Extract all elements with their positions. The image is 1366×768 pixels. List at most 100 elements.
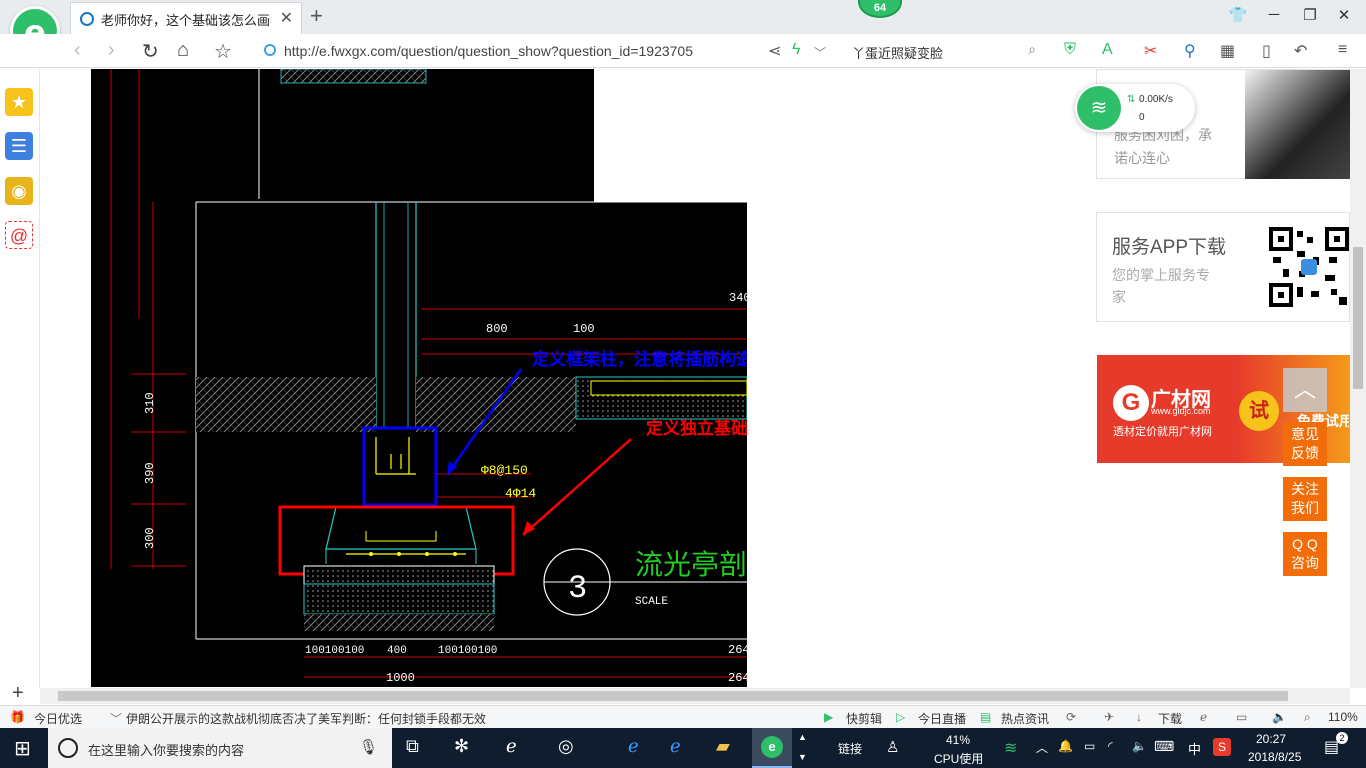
download[interactable]: 下载 [1158, 710, 1182, 727]
wifi-speed-widget[interactable]: ≋ ⇅ 0.00K/s 0 [1075, 84, 1195, 132]
clock-date[interactable]: 2018/8/25 [1248, 750, 1301, 764]
zoom-level[interactable]: 110% [1328, 710, 1358, 724]
task-view-icon[interactable]: ⧉ [406, 736, 419, 757]
browser-e-icon[interactable]: ℯ [506, 736, 517, 757]
rebar-stirrup-label: Φ8@150 [481, 463, 528, 478]
forward-icon[interactable]: › [108, 39, 115, 62]
left-sidebar: ★ ☰ ◉ @ [0, 69, 40, 688]
app-download-card[interactable]: 服务APP下载 您的掌上服务专 家 [1096, 212, 1350, 322]
shield-icon[interactable]: ⛨ [1064, 41, 1076, 59]
swirl-app-icon[interactable]: ◎ [558, 736, 574, 757]
bell-icon[interactable]: 🔔 [1058, 739, 1073, 753]
dim-100: 100 [573, 322, 595, 336]
dim-264-a: 264 [728, 643, 747, 657]
news-chevron-icon: ﹀ [110, 712, 123, 726]
app-sub-b: 家 [1112, 289, 1126, 305]
tray-scroll-down-icon[interactable]: ▼ [798, 752, 807, 762]
live[interactable]: 今日直播 [918, 710, 966, 727]
today-pick[interactable]: 今日优选 [34, 710, 82, 727]
window-icon[interactable]: ▭ [1236, 710, 1247, 724]
search-field[interactable]: 丫蛋近照疑变脸 ⌕ [842, 38, 1042, 64]
url-text: http://e.fwxgx.com/question/question_sho… [284, 43, 694, 59]
menu-icon[interactable]: ≡ [1338, 41, 1347, 59]
mail-icon[interactable]: @ [5, 221, 33, 249]
microphone-icon[interactable]: 🎙 [359, 738, 378, 756]
taskbar-search[interactable]: 在这里输入你要搜索的内容 🎙 [48, 728, 392, 768]
shirt-skin-icon[interactable]: 👕 [1228, 6, 1248, 24]
horizontal-scroll-thumb[interactable] [58, 691, 1288, 701]
back-icon[interactable]: ‹ [74, 39, 81, 62]
new-tab-button[interactable]: + [310, 3, 323, 29]
fan-app-icon[interactable]: ✻ [454, 736, 469, 757]
weibo-icon[interactable]: ◉ [5, 177, 33, 205]
close-window-icon[interactable]: ✕ [1334, 6, 1354, 24]
ad-logo-icon: G [1113, 385, 1149, 421]
minimize-icon[interactable]: ─ [1264, 6, 1284, 23]
show-hidden-icon[interactable]: ︿ [1036, 739, 1048, 756]
file-explorer-icon[interactable]: ▰ [716, 736, 730, 757]
star-icon[interactable]: ☆ [214, 39, 232, 64]
zoom-icon[interactable]: ⌕ [1304, 710, 1311, 725]
notification-badge[interactable]: 64 [858, 0, 902, 18]
search-icon[interactable]: ⌕ [1028, 41, 1036, 58]
magnifier-icon[interactable]: ⚲ [1184, 41, 1196, 61]
qr-code-icon[interactable] [1269, 227, 1349, 307]
battery-icon[interactable]: ▭ [1084, 739, 1095, 753]
hot-news[interactable]: 热点资讯 [1001, 710, 1049, 727]
scissors-icon[interactable]: ✂ [1144, 41, 1157, 61]
follow-button[interactable]: 关注 我们 [1283, 477, 1327, 521]
apps-icon[interactable]: ▦ [1220, 41, 1235, 61]
restore-icon[interactable]: ❐ [1300, 6, 1320, 24]
pin-icon[interactable]: ✈ [1104, 710, 1114, 724]
qq-consult-button[interactable]: Q Q 咨询 [1283, 532, 1327, 576]
network-icon[interactable]: ◜ [1108, 739, 1113, 753]
back-to-top-icon[interactable]: ︿ [1283, 368, 1327, 412]
lightning-icon[interactable]: ϟ [792, 41, 800, 59]
favorites-icon[interactable]: ★ [5, 88, 33, 116]
qq-line2: 咨询 [1291, 555, 1319, 571]
keyboard-icon[interactable]: ⌨ [1154, 738, 1174, 755]
people-icon[interactable]: ♙ [886, 738, 899, 756]
sogou-icon[interactable]: S [1213, 738, 1231, 756]
annotation-footing: 定义独立基础 [646, 418, 747, 439]
vertical-scrollbar[interactable] [1350, 69, 1366, 688]
chevron-down-icon[interactable]: ﹀ [814, 44, 826, 61]
ad-domain: www.gldjc.com [1151, 406, 1211, 416]
dim-300: 300 [143, 527, 157, 549]
active-app-button[interactable]: e [752, 728, 792, 768]
clock-time[interactable]: 20:27 [1256, 732, 1286, 746]
news-icon[interactable]: ☰ [5, 132, 33, 160]
undo-icon[interactable]: ↶ [1294, 41, 1307, 61]
windows-start-icon[interactable]: ⊞ [14, 736, 31, 761]
feedback-button[interactable]: 意见 反馈 [1283, 422, 1327, 466]
browser-tab[interactable]: 老师你好，这个基础该怎么画呢 ✕ [70, 2, 302, 34]
internet-explorer-icon[interactable]: ℯ [670, 736, 681, 757]
tablet-icon[interactable]: ▯ [1262, 41, 1271, 61]
url-field[interactable]: http://e.fwxgx.com/question/question_sho… [258, 38, 838, 64]
tab-close-icon[interactable]: ✕ [280, 8, 293, 28]
wifi-tray-icon[interactable]: ≋ [1004, 738, 1017, 758]
wifi-icon: ≋ [1077, 86, 1121, 130]
news-ticker[interactable]: 伊朗公开展示的这款战机彻底否决了美军判断：任何封锁手段都无效 [126, 710, 486, 727]
vertical-scroll-thumb[interactable] [1353, 247, 1363, 389]
translate-icon[interactable]: A [1102, 41, 1113, 59]
ie-icon[interactable]: ℯ [1200, 710, 1207, 724]
home-icon[interactable]: ⌂ [177, 39, 189, 62]
share-icon[interactable]: ⋖ [768, 41, 781, 61]
refresh-icon[interactable]: ↻ [142, 39, 159, 64]
cortana-icon [58, 738, 78, 758]
add-sidebar-icon[interactable]: + [12, 682, 24, 705]
windows-taskbar: ⊞ 在这里输入你要搜索的内容 🎙 ⧉ ✻ ℯ ◎ ℯ ℯ ▰ e ▲ ▼ 链接 … [0, 728, 1366, 768]
refresh-status-icon[interactable]: ⟳ [1066, 710, 1076, 724]
cpu-label: CPU使用 [934, 752, 984, 766]
horizontal-scrollbar[interactable] [40, 688, 1350, 704]
link-label[interactable]: 链接 [838, 740, 862, 757]
edge-icon[interactable]: ℯ [628, 736, 639, 757]
search-text: 丫蛋近照疑变脸 [852, 46, 944, 61]
volume-icon[interactable]: 🔈 [1132, 739, 1147, 753]
quick-clip[interactable]: 快剪辑 [846, 710, 882, 727]
tray-scroll-up-icon[interactable]: ▲ [798, 732, 807, 742]
sound-icon[interactable]: 🔈 [1272, 710, 1287, 724]
gift-icon: 🎁 [10, 710, 25, 724]
ime-indicator[interactable]: 中 [1188, 739, 1201, 758]
